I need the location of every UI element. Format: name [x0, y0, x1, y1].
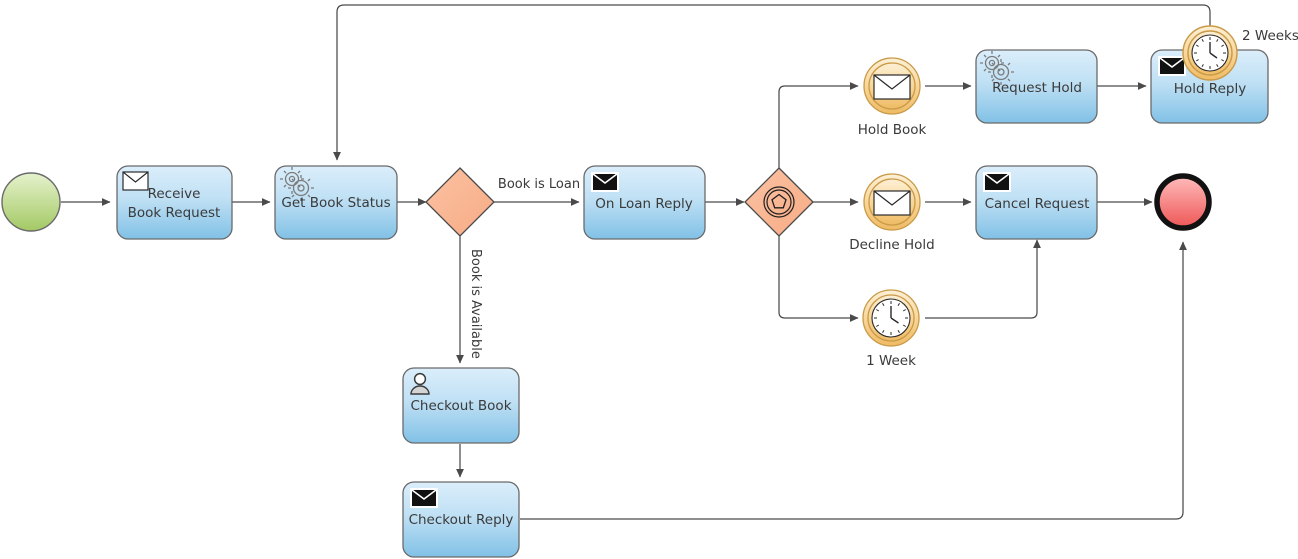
flow-label-book-is-available: Book is Available	[468, 249, 483, 359]
envelope-icon	[411, 489, 437, 507]
task-checkout-reply[interactable]: Checkout Reply	[403, 482, 519, 557]
task-label: Checkout Reply	[409, 512, 514, 528]
task-request-hold[interactable]: Request Hold	[976, 50, 1097, 123]
task-label: Get Book Status	[281, 195, 390, 211]
task-get-book-status[interactable]: Get Book Status	[275, 166, 397, 239]
task-label-line2: Book Request	[128, 205, 221, 221]
task-label-line1: Receive	[148, 186, 201, 202]
task-label: Checkout Book	[410, 398, 511, 414]
exclusive-gateway-book-status[interactable]	[426, 168, 494, 236]
task-receive-book-request[interactable]: Receive Book Request	[117, 166, 232, 239]
start-event[interactable]	[2, 173, 60, 231]
task-on-loan-reply[interactable]: On Loan Reply	[584, 166, 705, 239]
end-event[interactable]	[1157, 176, 1209, 228]
task-label: Hold Reply	[1174, 81, 1246, 97]
intermediate-event-decline-hold[interactable]: Decline Hold	[849, 174, 935, 253]
clock-icon	[872, 299, 910, 337]
flow-1week-to-cancelrequest	[925, 240, 1037, 318]
envelope-icon	[874, 191, 910, 215]
task-cancel-request[interactable]: Cancel Request	[976, 166, 1097, 239]
event-label: 1 Week	[866, 353, 916, 369]
bpmn-svg-root: Receive Book Request Get Book Status	[0, 0, 1298, 559]
task-label: Cancel Request	[985, 196, 1090, 212]
task-checkout-book[interactable]: Checkout Book	[403, 368, 519, 443]
flow-eventgateway-to-holdbook	[779, 86, 858, 168]
bpmn-diagram-canvas: Receive Book Request Get Book Status	[0, 0, 1298, 559]
flow-label-book-is-loan: Book is Loan	[498, 177, 580, 192]
envelope-icon	[592, 173, 618, 191]
intermediate-event-hold-book[interactable]: Hold Book	[858, 58, 927, 138]
flow-eventgateway-to-1week	[779, 236, 858, 318]
boundary-event-label: 2 Weeks	[1242, 28, 1298, 44]
event-label: Decline Hold	[849, 237, 935, 253]
envelope-icon	[1159, 57, 1185, 75]
envelope-icon	[984, 173, 1010, 191]
event-based-gateway[interactable]	[745, 168, 813, 236]
flow-checkoutreply-to-end	[520, 242, 1183, 519]
task-label: Request Hold	[992, 80, 1082, 96]
envelope-icon	[874, 75, 910, 99]
event-label: Hold Book	[858, 122, 927, 138]
task-label: On Loan Reply	[595, 196, 693, 212]
clock-icon	[1192, 35, 1228, 71]
intermediate-event-1-week[interactable]: 1 Week	[863, 290, 919, 369]
envelope-icon	[123, 172, 148, 190]
